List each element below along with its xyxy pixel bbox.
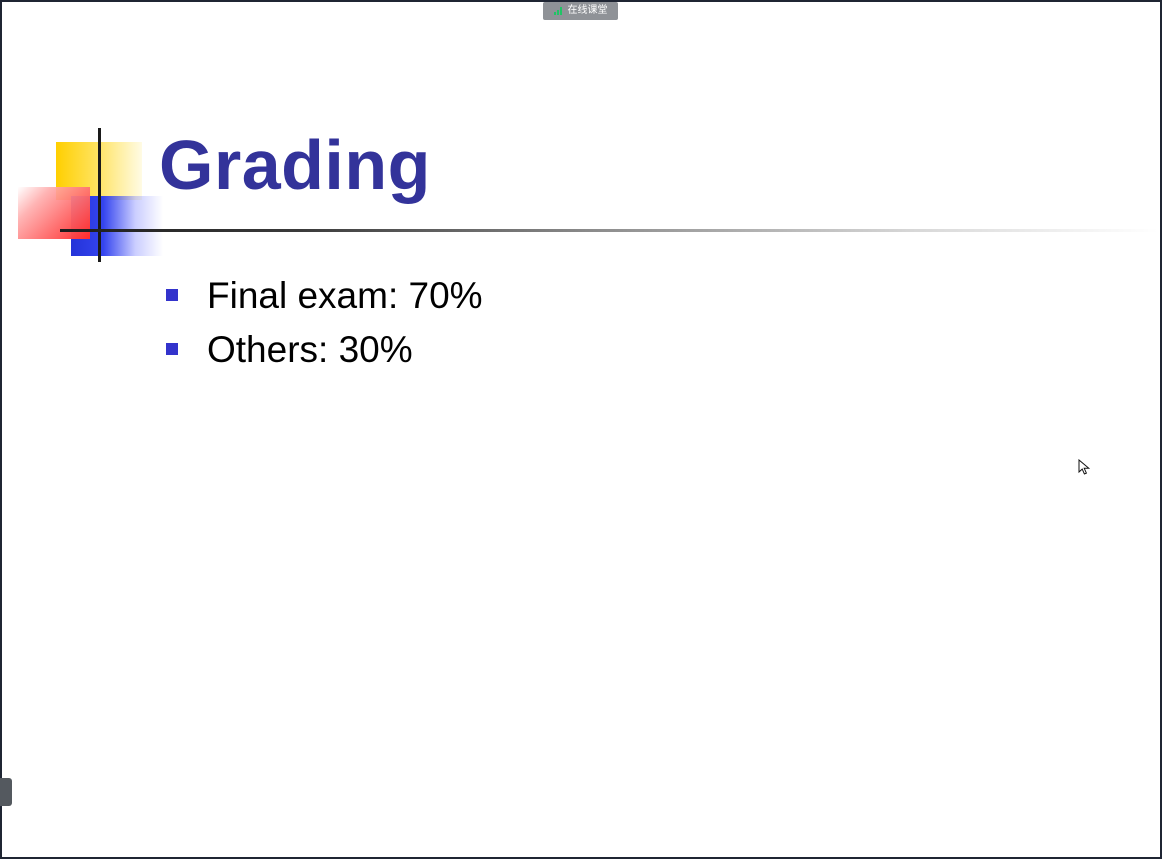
title-divider (60, 229, 1158, 232)
square-bullet-icon (166, 343, 178, 355)
bullet-text: Others: 30% (207, 328, 413, 370)
cursor-arrow-icon (1078, 459, 1090, 475)
bullet-item-others: Others: 30% (166, 322, 483, 376)
slide-title: Grading (159, 126, 431, 204)
square-bullet-icon (166, 289, 178, 301)
online-class-label: 在线课堂 (567, 5, 608, 16)
bullet-text: Final exam: 70% (207, 274, 483, 316)
slide-logo-icon (18, 128, 168, 268)
side-panel-handle-icon[interactable] (0, 778, 12, 806)
slide-canvas: Grading Final exam: 70% Others: 30% (2, 2, 1160, 857)
online-class-badge[interactable]: 在线课堂 (543, 2, 618, 20)
signal-bars-icon (553, 7, 564, 15)
screen: Grading Final exam: 70% Others: 30% 在线课堂 (0, 0, 1162, 859)
bullet-item-final-exam: Final exam: 70% (166, 268, 483, 322)
bullet-list: Final exam: 70% Others: 30% (166, 268, 483, 376)
logo-vertical-line (98, 128, 101, 262)
